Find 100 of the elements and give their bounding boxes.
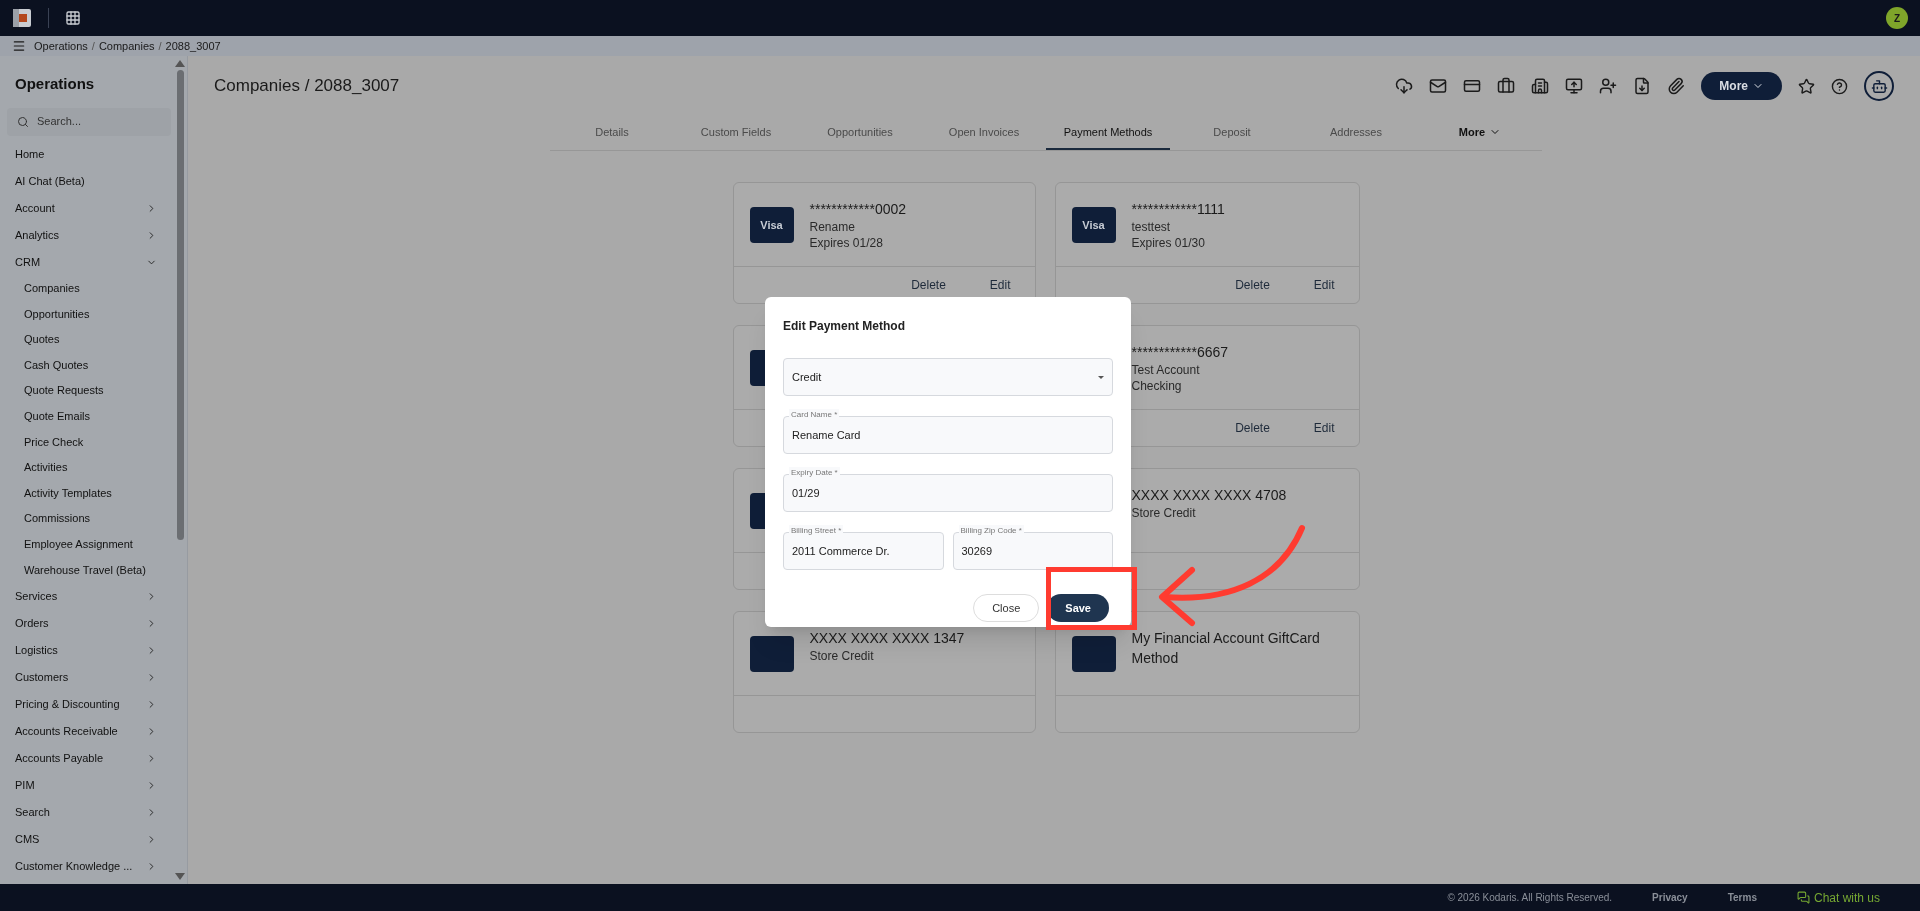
card-number: ************6667	[1131, 343, 1229, 362]
card-detail: Checking	[1131, 378, 1183, 394]
sidebar-subitem[interactable]: Activities	[15, 454, 171, 481]
chat-icon	[1796, 891, 1810, 904]
sidebar-title: Operations	[15, 74, 96, 94]
search-icon	[17, 115, 29, 128]
page-title: Companies / 2088_3007	[214, 75, 400, 98]
field-value: 30269	[961, 543, 993, 559]
card-action-link[interactable]: Delete	[1235, 419, 1270, 437]
sidebar-subitem[interactable]: Employee Assignment	[15, 531, 171, 558]
text-field[interactable]: Rename Card	[783, 416, 1113, 454]
sidebar-subitem[interactable]: Warehouse Travel (Beta)	[15, 557, 171, 583]
tab[interactable]: Opportunities	[798, 116, 922, 150]
card-number: ************0002	[809, 200, 907, 219]
sidebar-item[interactable]: Orders	[15, 609, 171, 637]
type-select[interactable]: Credit	[783, 358, 1113, 396]
apps-grid-icon[interactable]	[65, 10, 81, 26]
mail-icon[interactable]	[1429, 77, 1448, 95]
tab[interactable]: Payment Methods	[1046, 116, 1170, 150]
card-detail: testtest	[1131, 219, 1172, 235]
building-icon[interactable]	[1531, 77, 1550, 95]
breadcrumb-separator: /	[91, 38, 95, 54]
sidebar-item[interactable]: Home	[15, 140, 171, 168]
tab[interactable]: Addresses	[1294, 116, 1418, 150]
credit-card-icon[interactable]	[1463, 77, 1482, 95]
field-label: Billing Street *	[789, 525, 844, 537]
card-detail: Expires 01/28	[809, 235, 884, 251]
sidebar-subitem[interactable]: Opportunities	[15, 301, 171, 327]
chat-button[interactable]: Chat with us	[1796, 888, 1880, 907]
card-detail: Expires 01/30	[1131, 235, 1206, 251]
card-action-link[interactable]: Edit	[1313, 276, 1335, 294]
card-number: XXXX XXXX XXXX 1347	[809, 629, 965, 648]
card-action-link[interactable]: Delete	[911, 276, 946, 294]
modal-title: Edit Payment Method	[783, 318, 906, 335]
breadcrumb-link[interactable]: 2088_3007	[165, 37, 221, 55]
field-value: 2011 Commerce Dr.	[792, 543, 890, 559]
sidebar-subitem[interactable]: Price Check	[15, 429, 171, 455]
sidebar-subitem[interactable]: Cash Quotes	[15, 352, 171, 378]
footer-link[interactable]: Privacy	[1652, 890, 1688, 905]
sidebar-item[interactable]: Analytics	[15, 221, 171, 249]
field-label: Expiry Date *	[789, 467, 840, 479]
sidebar-subitem[interactable]: Quote Emails	[15, 403, 171, 430]
sidebar-item[interactable]: CRM	[15, 248, 171, 276]
breadcrumb-link[interactable]: Operations	[34, 37, 88, 55]
field-value: Rename Card	[792, 427, 861, 443]
breadcrumb-link[interactable]: Companies	[98, 37, 155, 55]
card-action-link[interactable]: Delete	[1235, 276, 1270, 294]
sidebar-item[interactable]: Pricing & Discounting	[15, 690, 171, 718]
copyright-text: © 2026 Kodaris. All Rights Reserved.	[1447, 891, 1613, 905]
sidebar-item[interactable]: Search	[15, 798, 171, 826]
card-action-link[interactable]: Edit	[989, 276, 1011, 294]
sidebar-item[interactable]: Accounts Receivable	[15, 717, 171, 745]
sidebar-item[interactable]: CMS	[15, 825, 171, 853]
sidebar-item[interactable]: Account	[15, 194, 171, 222]
card-detail: Store Credit	[809, 648, 875, 664]
add-user-icon[interactable]	[1599, 77, 1618, 95]
card-detail: Rename	[809, 219, 856, 235]
card-number: ************1111	[1131, 200, 1225, 219]
star-icon[interactable]	[1798, 77, 1815, 95]
sidebar-item[interactable]: Services	[15, 582, 171, 610]
assistant-button[interactable]	[1864, 71, 1894, 101]
briefcase-icon[interactable]	[1497, 77, 1516, 95]
card-brand-tile: Visa	[1071, 207, 1116, 243]
field-value: 01/29	[792, 485, 820, 501]
sidebar-subitem[interactable]: Quotes	[15, 326, 171, 353]
search-placeholder: Search...	[37, 114, 82, 130]
tab[interactable]: Deposit	[1170, 116, 1294, 150]
tab[interactable]: Details	[550, 116, 674, 150]
sidebar-subitem[interactable]: Quote Requests	[15, 377, 171, 404]
card-action-link[interactable]: Edit	[1313, 419, 1335, 437]
card-brand-tile: Visa	[749, 207, 794, 243]
tab[interactable]: Open Invoices	[922, 116, 1046, 150]
tab[interactable]: More	[1418, 116, 1542, 150]
search-field[interactable]: Search...	[7, 107, 171, 136]
paperclip-icon[interactable]	[1667, 77, 1686, 95]
sidebar-subitem[interactable]: Commissions	[15, 505, 171, 532]
field-label: Billing Zip Code *	[958, 525, 1024, 537]
cloud-icon[interactable]	[1395, 77, 1414, 95]
help-icon[interactable]	[1831, 77, 1848, 95]
card-detail: Test Account	[1131, 362, 1201, 378]
sidebar-item[interactable]: Customers	[15, 663, 171, 691]
card-detail: Store Credit	[1131, 505, 1197, 521]
user-avatar[interactable]: Z	[1886, 7, 1908, 29]
footer-link[interactable]: Terms	[1727, 890, 1757, 905]
sidebar-item[interactable]: Accounts Payable	[15, 744, 171, 772]
monitor-icon[interactable]	[1565, 77, 1584, 95]
more-button[interactable]: More	[1701, 72, 1782, 100]
sidebar-item[interactable]: AI Chat (Beta)	[15, 167, 171, 195]
sidebar-item[interactable]: Customer Knowledge ...	[15, 852, 171, 880]
sidebar-subitem[interactable]: Activity Templates	[15, 480, 171, 506]
sidebar-item[interactable]: PIM	[15, 771, 171, 799]
robot-icon	[1870, 77, 1888, 95]
menu-icon[interactable]	[12, 39, 26, 53]
card-number: My Financial Account GiftCard Method	[1131, 629, 1321, 668]
logo-icon	[12, 8, 32, 28]
tab[interactable]: Custom Fields	[674, 116, 798, 150]
sidebar-subitem[interactable]: Companies	[15, 275, 171, 302]
sidebar-item[interactable]: Logistics	[15, 636, 171, 664]
card-number: XXXX XXXX XXXX 4708	[1131, 486, 1287, 505]
file-icon[interactable]	[1633, 77, 1652, 95]
